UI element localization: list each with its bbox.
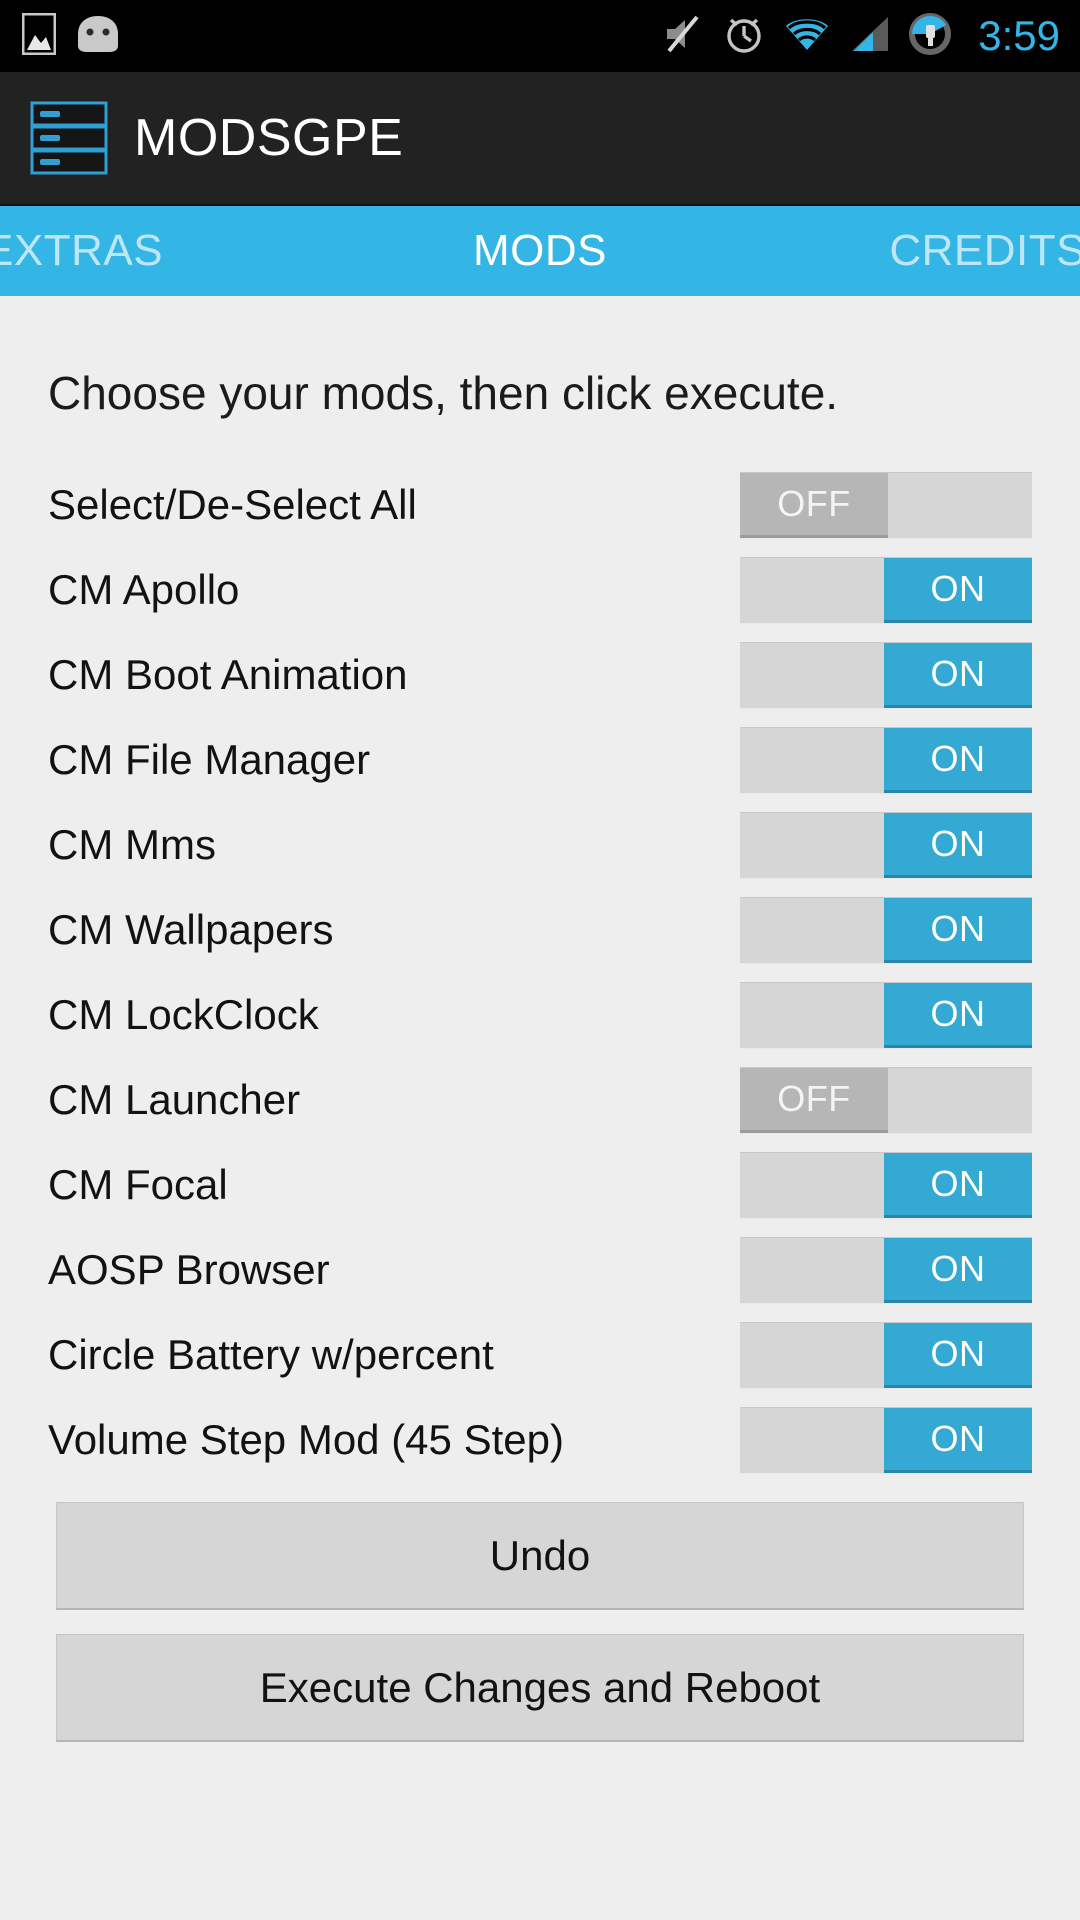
- cell-signal-icon: [848, 14, 890, 59]
- toggle-knob: ON: [884, 1407, 1032, 1473]
- page-heading: Choose your mods, then click execute.: [48, 367, 839, 419]
- mod-label: AOSP Browser: [48, 1245, 330, 1293]
- mods-list: Select/De-Select All OFF CM Apollo ON CM…: [0, 462, 1080, 1482]
- toggle-circle-battery[interactable]: ON: [740, 1321, 1032, 1388]
- table-row[interactable]: Circle Battery w/percent ON: [0, 1312, 1080, 1397]
- toggle-aosp-browser[interactable]: ON: [740, 1236, 1032, 1303]
- app-title: MODSGPE: [134, 109, 404, 167]
- table-row[interactable]: CM Apollo ON: [0, 547, 1080, 632]
- status-bar-clock: 3:59: [978, 12, 1060, 59]
- status-bar-left-icons: [21, 12, 122, 60]
- status-bar: 3:59: [0, 0, 1080, 72]
- toggle-cm-boot-animation[interactable]: ON: [740, 641, 1032, 708]
- table-row[interactable]: CM Focal ON: [0, 1142, 1080, 1227]
- toggle-volume-step-mod[interactable]: ON: [740, 1406, 1032, 1473]
- table-row[interactable]: Volume Step Mod (45 Step) ON: [0, 1397, 1080, 1482]
- toggle-knob: ON: [884, 727, 1032, 793]
- toggle-cm-file-manager[interactable]: ON: [740, 726, 1032, 793]
- action-buttons: Undo Execute Changes and Reboot: [0, 1482, 1080, 1742]
- tab-credits[interactable]: CREDITS: [889, 226, 1080, 276]
- table-row[interactable]: CM Mms ON: [0, 802, 1080, 887]
- table-row[interactable]: CM Launcher OFF: [0, 1057, 1080, 1142]
- main-content: Choose your mods, then click execute. Se…: [0, 296, 1080, 1920]
- toggle-cm-wallpapers[interactable]: ON: [740, 896, 1032, 963]
- android-mascot-icon: [74, 14, 122, 59]
- mod-label: CM File Manager: [48, 735, 371, 783]
- server-rack-icon: [30, 101, 108, 175]
- toggle-knob: OFF: [740, 1067, 888, 1133]
- toggle-cm-focal[interactable]: ON: [740, 1151, 1032, 1218]
- toggle-knob: ON: [884, 557, 1032, 623]
- execute-changes-and-reboot-button[interactable]: Execute Changes and Reboot: [56, 1634, 1024, 1742]
- battery-charging-icon: [907, 11, 953, 62]
- table-row[interactable]: CM File Manager ON: [0, 717, 1080, 802]
- alarm-clock-icon: [722, 12, 766, 61]
- table-row[interactable]: CM Wallpapers ON: [0, 887, 1080, 972]
- toggle-knob: ON: [884, 642, 1032, 708]
- toggle-cm-mms[interactable]: ON: [740, 811, 1032, 878]
- toggle-cm-lockclock[interactable]: ON: [740, 981, 1032, 1048]
- mod-label: Select/De-Select All: [48, 480, 417, 528]
- toggle-knob: ON: [884, 897, 1032, 963]
- toggle-cm-apollo[interactable]: ON: [740, 556, 1032, 623]
- toggle-knob: OFF: [740, 472, 888, 538]
- mod-label: CM Wallpapers: [48, 905, 334, 953]
- table-row[interactable]: CM Boot Animation ON: [0, 632, 1080, 717]
- toggle-knob: ON: [884, 812, 1032, 878]
- mod-label: CM Boot Animation: [48, 650, 408, 698]
- tab-extras[interactable]: EXTRAS: [0, 226, 163, 276]
- app-bar: MODSGPE: [0, 72, 1080, 206]
- toggle-select-all[interactable]: OFF: [740, 471, 1032, 538]
- mod-label: CM Launcher: [48, 1075, 301, 1123]
- toggle-knob: ON: [884, 982, 1032, 1048]
- table-row[interactable]: Select/De-Select All OFF: [0, 462, 1080, 547]
- toggle-knob: ON: [884, 1237, 1032, 1303]
- undo-button[interactable]: Undo: [56, 1502, 1024, 1610]
- mod-label: Circle Battery w/percent: [48, 1330, 494, 1378]
- status-bar-right-icons: 3:59: [661, 11, 1060, 62]
- mod-label: CM LockClock: [48, 990, 319, 1038]
- table-row[interactable]: CM LockClock ON: [0, 972, 1080, 1057]
- table-row[interactable]: AOSP Browser ON: [0, 1227, 1080, 1312]
- tab-mods[interactable]: MODS: [473, 226, 607, 276]
- mod-label: CM Focal: [48, 1160, 228, 1208]
- mod-label: CM Apollo: [48, 565, 240, 613]
- tab-bar: EXTRAS MODS CREDITS: [0, 206, 1080, 296]
- mod-label: CM Mms: [48, 820, 216, 868]
- mute-icon: [661, 13, 705, 60]
- toggle-cm-launcher[interactable]: OFF: [740, 1066, 1032, 1133]
- gallery-image-icon: [21, 12, 57, 60]
- wifi-icon: [783, 14, 831, 59]
- mod-label: Volume Step Mod (45 Step): [48, 1415, 564, 1463]
- toggle-knob: ON: [884, 1152, 1032, 1218]
- toggle-knob: ON: [884, 1322, 1032, 1388]
